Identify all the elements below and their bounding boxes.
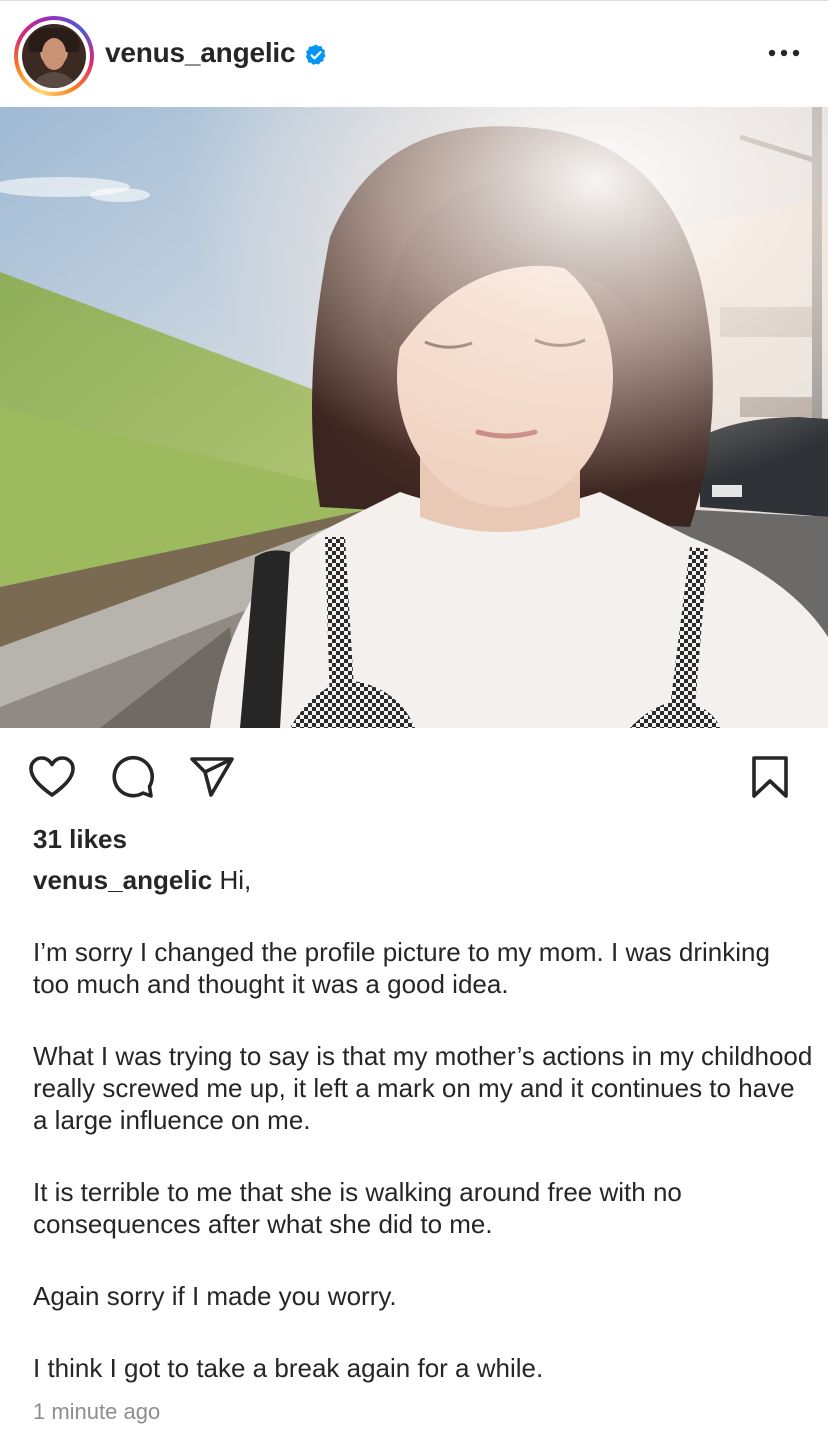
avatar[interactable] [14,16,94,96]
caption-username[interactable]: venus_angelic [33,865,212,895]
post-timestamp: 1 minute ago [33,1399,161,1424]
caption-header: venus_angelic Hi, [33,864,803,896]
caption-paragraph: I’m sorry I changed the profile picture … [33,937,770,999]
caption-greeting: Hi, [219,865,252,895]
share-icon[interactable] [189,755,235,799]
post-photo-image [0,107,828,728]
post-username[interactable]: venus_angelic [105,37,296,69]
verified-badge-icon [305,44,326,65]
caption-paragraph: What I was trying to say is that my moth… [33,1041,813,1135]
comment-icon[interactable] [109,755,155,799]
caption-paragraph: I think I got to take a break again for … [33,1353,544,1383]
caption-paragraph: Again sorry if I made you worry. [33,1281,397,1311]
likes-count[interactable]: 31 likes [33,824,127,855]
post-photo[interactable] [0,107,828,728]
bookmark-icon[interactable] [749,755,791,799]
post-header: venus_angelic [0,1,828,107]
more-options-icon[interactable] [764,41,804,65]
avatar-image [22,24,86,88]
heart-icon[interactable] [28,755,76,799]
caption-paragraph: It is terrible to me that she is walking… [33,1177,682,1239]
